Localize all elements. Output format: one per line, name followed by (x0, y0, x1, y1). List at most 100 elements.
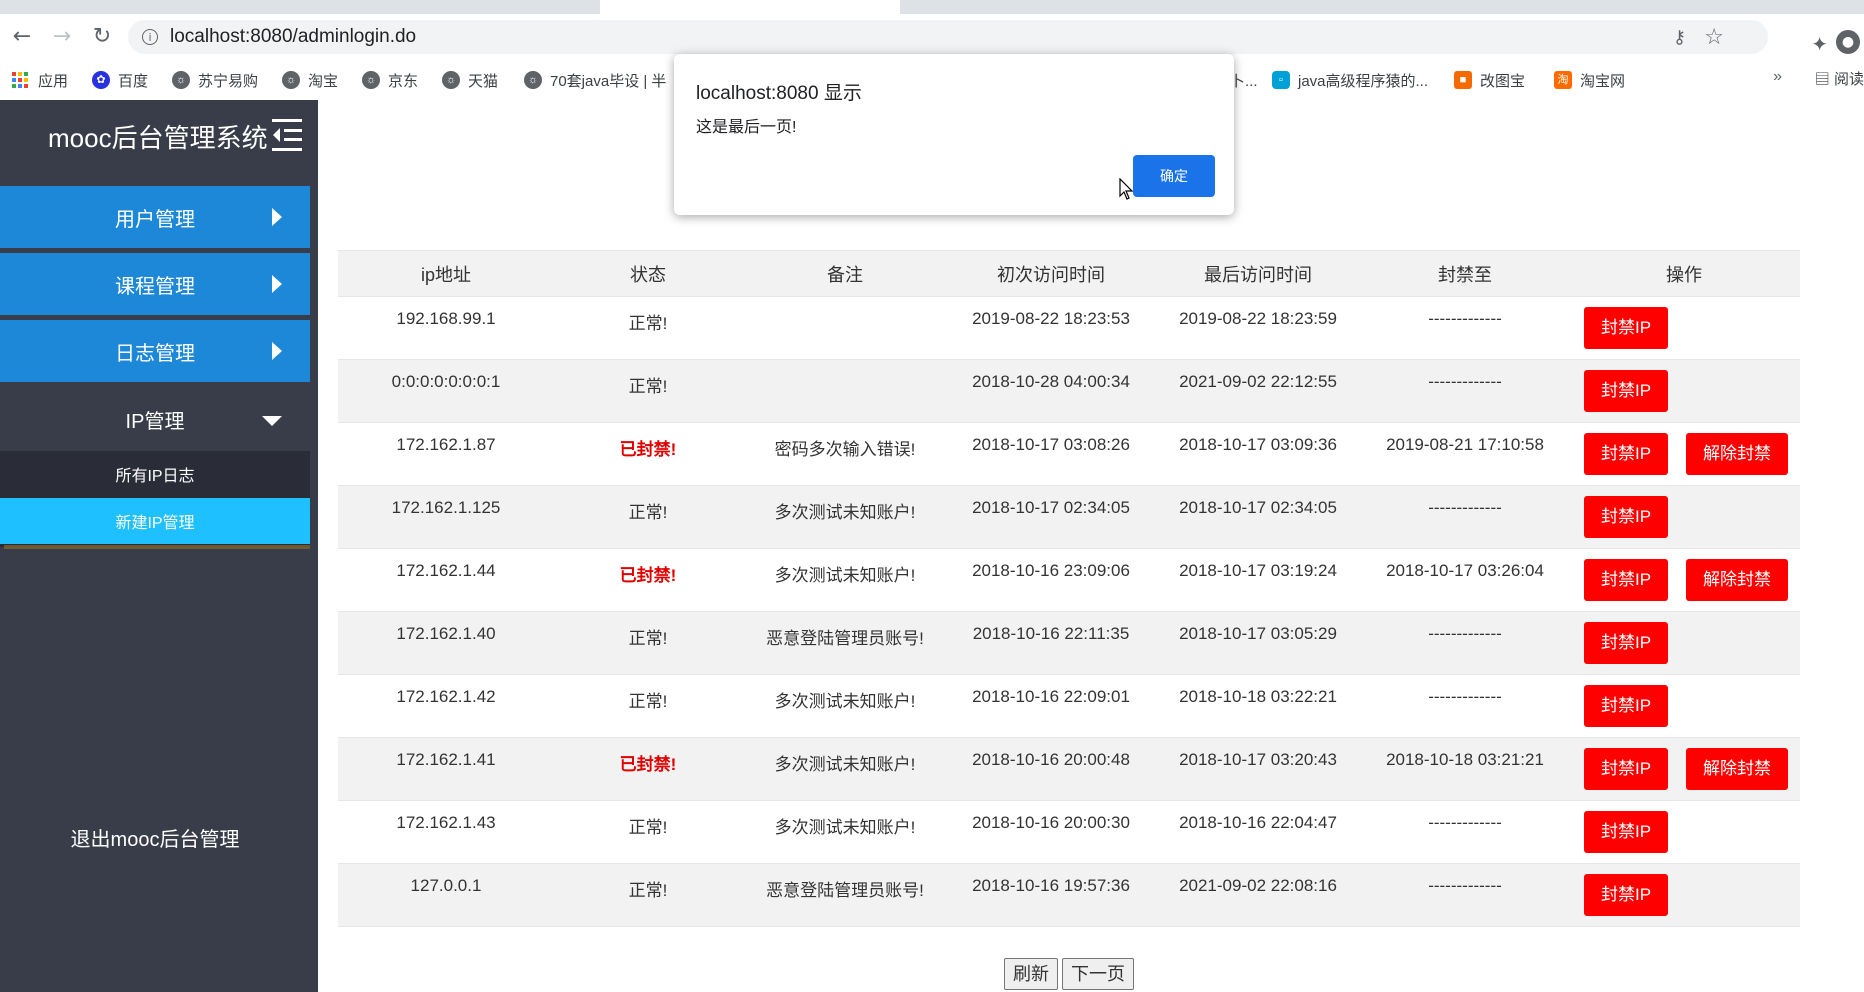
bookmark-star-icon[interactable]: ☆ (1704, 25, 1724, 50)
cell-status-text: 正常! (628, 818, 668, 837)
cell-ip-text: 172.162.1.43 (396, 813, 496, 832)
bookmark-baidu[interactable]: ✿ 百度 (92, 68, 148, 92)
unban-ip-button[interactable]: 解除封禁 (1686, 748, 1788, 790)
ban-ip-button[interactable]: 封禁IP (1584, 496, 1668, 538)
info-icon[interactable]: i (142, 29, 158, 45)
unban-ip-button[interactable]: 解除封禁 (1686, 559, 1788, 601)
cell-last-visit: 2019-08-22 18:23:59 (1154, 296, 1362, 360)
cell-ip: 127.0.0.1 (338, 863, 554, 927)
cell-note-text: 恶意登陆管理员账号! (766, 629, 924, 648)
bookmark-label: 改图宝 (1480, 72, 1526, 90)
menu-toggle-icon[interactable] (272, 118, 302, 152)
menu-log-management[interactable]: 日志管理 (0, 320, 310, 382)
cell-first-visit-text: 2018-10-16 23:09:06 (972, 561, 1130, 580)
header-status: 状态 (554, 250, 742, 297)
reading-list-button[interactable]: ▤ 阅读 (1815, 68, 1864, 89)
mouse-cursor-icon (1119, 178, 1133, 200)
next-page-button[interactable]: 下一页 (1062, 958, 1134, 990)
cell-note-text: 多次测试未知账户! (774, 503, 916, 522)
cell-note: 多次测试未知账户! (742, 737, 948, 801)
url-text[interactable]: localhost:8080/adminlogin.do (170, 26, 416, 48)
table-row: 172.162.1.40 正常! 恶意登陆管理员账号! 2018-10-16 22:1… (338, 611, 1800, 675)
table-row: 172.162.1.44 已封禁! 多次测试未知账户! 2018-10-16 23:0… (338, 548, 1800, 612)
bookmark-apps[interactable]: 应用 (12, 68, 68, 92)
table-body: 192.168.99.1 正常! 2019-08-22 18:23:53 2019-0… (338, 296, 1800, 927)
ip-submenu: 所有IP日志 新建IP管理 (0, 451, 310, 547)
cell-last-visit: 2021-09-02 22:08:16 (1154, 863, 1362, 927)
back-button[interactable]: ← (8, 22, 36, 50)
refresh-button[interactable]: 刷新 (1004, 958, 1058, 990)
submenu-all-ip-logs[interactable]: 所有IP日志 (0, 451, 310, 497)
bookmark-jd[interactable]: ☼ 京东 (362, 68, 418, 92)
main-content: ip地址 状态 备注 初次访问时间 最后访问时间 封禁至 操作 192.168.… (318, 100, 1864, 992)
forward-button[interactable]: → (48, 22, 76, 50)
table-header-row: ip地址 状态 备注 初次访问时间 最后访问时间 封禁至 操作 (338, 250, 1800, 297)
ban-ip-button[interactable]: 封禁IP (1584, 748, 1668, 790)
cell-last-visit-text: 2018-10-17 03:19:24 (1179, 561, 1337, 580)
cell-last-visit: 2018-10-16 22:04:47 (1154, 800, 1362, 864)
cell-first-visit: 2019-08-22 18:23:53 (948, 296, 1154, 360)
menu-ip-management[interactable]: IP管理 (0, 388, 310, 450)
key-icon[interactable]: ⚷ (1673, 27, 1686, 48)
unban-ip-button[interactable]: 解除封禁 (1686, 433, 1788, 475)
bookmark-taobao-web[interactable]: 淘 淘宝网 (1554, 68, 1625, 92)
active-tab[interactable] (600, 0, 900, 14)
pager: 刷新 下一页 (1004, 958, 1134, 990)
bookmark-java-senior[interactable]: ▫ java高级程序猿的... (1272, 68, 1428, 92)
cell-ban-until: ------------- (1362, 296, 1568, 360)
cell-actions: 封禁IP (1568, 296, 1800, 360)
cell-note-text: 多次测试未知账户! (774, 566, 916, 585)
bookmarks-more-button[interactable]: » (1773, 68, 1782, 86)
bookmark-tmall[interactable]: ☼ 天猫 (442, 68, 498, 92)
cell-note: 恶意登陆管理员账号! (742, 863, 948, 927)
sidebar: mooc后台管理系统 用户管理 课程管理 日志管理 IP管理 所有IP日志 新建… (0, 100, 318, 992)
cell-last-visit: 2018-10-17 03:05:29 (1154, 611, 1362, 675)
ban-ip-button[interactable]: 封禁IP (1584, 307, 1668, 349)
cell-status: 正常! (554, 800, 742, 864)
cell-ban-until: ------------- (1362, 485, 1568, 549)
cell-last-visit-text: 2018-10-17 03:09:36 (1179, 435, 1337, 454)
ban-ip-button[interactable]: 封禁IP (1584, 370, 1668, 412)
cell-last-visit: 2018-10-17 02:34:05 (1154, 485, 1362, 549)
cell-status-text: 正常! (628, 377, 668, 396)
alert-ok-button[interactable]: 确定 (1133, 155, 1215, 197)
bookmark-truncated[interactable]: 卜... (1230, 68, 1258, 92)
bookmark-label: 苏宁易购 (198, 72, 259, 90)
alert-message: 这是最后一页! (696, 119, 797, 136)
cell-actions: 封禁IP (1568, 485, 1800, 549)
cell-status-text: 正常! (628, 692, 668, 711)
cell-first-visit-text: 2018-10-16 20:00:48 (972, 750, 1130, 769)
cell-ip-text: 172.162.1.41 (396, 750, 496, 769)
ban-ip-button[interactable]: 封禁IP (1584, 874, 1668, 916)
logout-link[interactable]: 退出mooc后台管理 (0, 820, 310, 860)
cell-last-visit-text: 2018-10-17 02:34:05 (1179, 498, 1337, 517)
cell-ban-until-text: ------------- (1428, 624, 1502, 643)
bookmark-label: 淘宝 (308, 72, 339, 90)
cell-note (742, 359, 948, 423)
bookmark-label: 百度 (118, 72, 149, 90)
table-row: 172.162.1.125 正常! 多次测试未知账户! 2018-10-17 02:3… (338, 485, 1800, 549)
ban-ip-button[interactable]: 封禁IP (1584, 685, 1668, 727)
ban-ip-button[interactable]: 封禁IP (1584, 559, 1668, 601)
cell-ban-until: ------------- (1362, 611, 1568, 675)
menu-user-management[interactable]: 用户管理 (0, 186, 310, 248)
bookmark-taobao[interactable]: ☼ 淘宝 (282, 68, 338, 92)
ban-ip-button[interactable]: 封禁IP (1584, 433, 1668, 475)
bookmark-label: 京东 (388, 72, 419, 90)
submenu-new-ip-management[interactable]: 新建IP管理 (0, 498, 310, 544)
cell-ip-text: 172.162.1.44 (396, 561, 496, 580)
ban-ip-button[interactable]: 封禁IP (1584, 622, 1668, 664)
address-bar[interactable]: i localhost:8080/adminlogin.do ⚷ ☆ (128, 20, 1768, 54)
tab-strip (0, 0, 1864, 14)
menu-course-management[interactable]: 课程管理 (0, 253, 310, 315)
cell-ban-until: ------------- (1362, 800, 1568, 864)
cell-first-visit-text: 2018-10-16 20:00:30 (972, 813, 1130, 832)
bookmark-gaitubao[interactable]: ■ 改图宝 (1454, 68, 1525, 92)
profile-icon[interactable]: ● (1836, 30, 1860, 54)
reload-button[interactable]: ↻ (88, 22, 116, 50)
extensions-icon[interactable]: ✦ (1811, 32, 1828, 56)
bookmark-suning[interactable]: ☼ 苏宁易购 (172, 68, 258, 92)
globe-icon: ☼ (172, 71, 190, 89)
bookmark-java-projects[interactable]: ☼ 70套java毕设 | 半 (524, 68, 666, 92)
ban-ip-button[interactable]: 封禁IP (1584, 811, 1668, 853)
